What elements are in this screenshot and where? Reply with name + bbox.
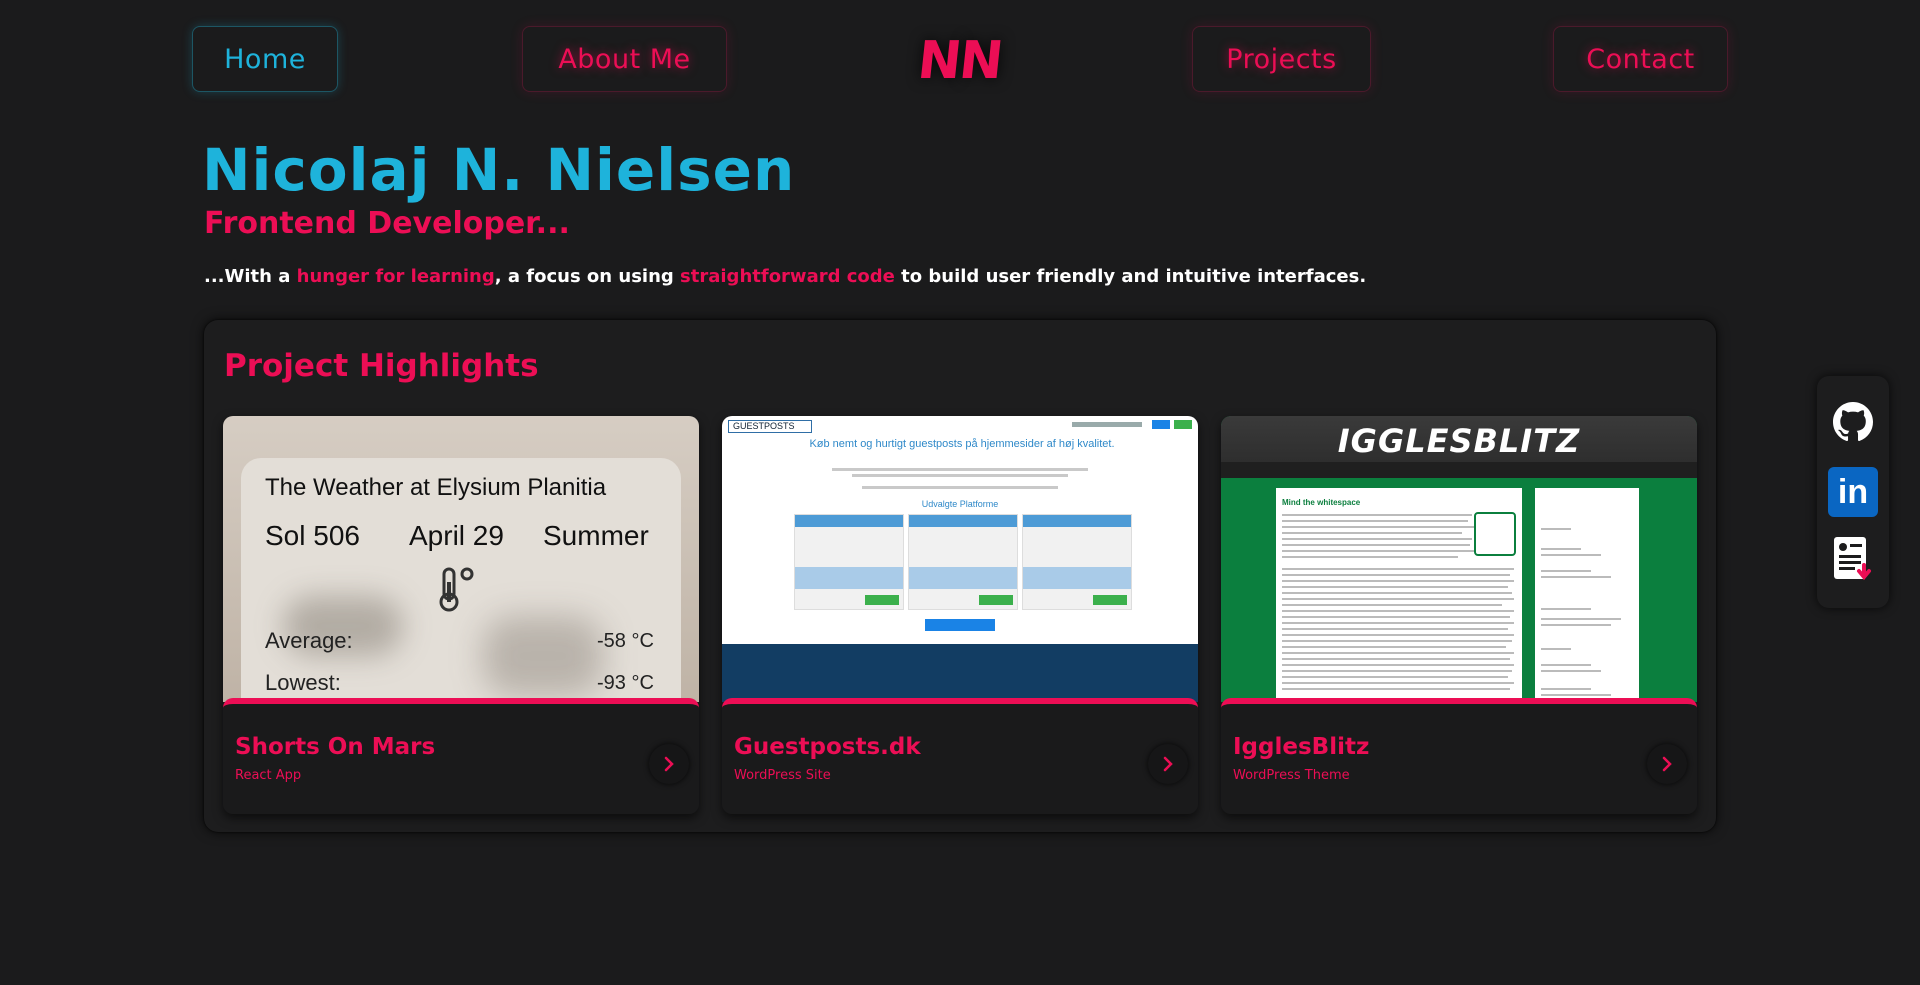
card-footer: Shorts On Mars React App — [223, 698, 699, 814]
nav-contact-button[interactable]: Contact — [1553, 26, 1728, 92]
weather-avg-value: -58 °C — [597, 630, 654, 652]
hero-tagline: ...With a hunger for learning, a focus o… — [204, 266, 1366, 287]
weather-date: April 29 — [409, 520, 504, 551]
project-thumbnail: The Weather at Elysium Planitia Sol 506 … — [223, 416, 699, 702]
tagline-part: to build user friendly and intuitive int… — [894, 266, 1367, 287]
card-subtitle: React App — [235, 768, 302, 783]
logo-text: NN — [915, 31, 1005, 91]
card-title: Guestposts.dk — [734, 734, 921, 760]
thermometer-icon — [439, 567, 474, 612]
weather-season: Summer — [543, 520, 649, 551]
project-highlights-panel: Project Highlights The Weather at Elysiu… — [204, 320, 1716, 832]
igglesblitz-post-title: Mind the whitespace — [1282, 498, 1361, 507]
card-footer: Guestposts.dk WordPress Site — [722, 698, 1198, 814]
cv-download-icon[interactable] — [1827, 534, 1879, 586]
tagline-highlight: hunger for learning — [296, 266, 495, 287]
chevron-right-icon[interactable] — [1148, 744, 1188, 784]
weather-low-label: Lowest: — [265, 670, 341, 695]
weather-heading: The Weather at Elysium Planitia — [265, 474, 607, 501]
igglesblitz-banner: IGGLESBLITZ — [1337, 422, 1581, 460]
card-subtitle: WordPress Site — [734, 768, 831, 783]
chevron-right-icon[interactable] — [1647, 744, 1687, 784]
project-card[interactable]: IGGLESBLITZ Mind the whitespace IgglesBl… — [1221, 416, 1697, 814]
card-footer: IgglesBlitz WordPress Theme — [1221, 698, 1697, 814]
project-card[interactable]: The Weather at Elysium Planitia Sol 506 … — [223, 416, 699, 814]
social-sidebar: in — [1817, 376, 1889, 608]
project-thumbnail: IGGLESBLITZ Mind the whitespace — [1221, 416, 1697, 702]
guestposts-heading: Køb nemt og hurtigt guestposts på hjemme… — [809, 438, 1115, 450]
nav-projects-button[interactable]: Projects — [1192, 26, 1371, 92]
tagline-highlight: straightforward code — [680, 266, 895, 287]
weather-low-value: -93 °C — [597, 672, 654, 694]
card-subtitle: WordPress Theme — [1233, 768, 1350, 783]
project-card[interactable]: GUESTPOSTS Køb nemt og hurtigt guestpost… — [722, 416, 1198, 814]
logo[interactable]: NN — [910, 26, 1010, 96]
card-title: IgglesBlitz — [1233, 734, 1370, 760]
project-thumbnail: GUESTPOSTS Køb nemt og hurtigt guestpost… — [722, 416, 1198, 702]
hero-name: Nicolaj N. Nielsen — [202, 136, 796, 204]
card-title: Shorts On Mars — [235, 734, 436, 760]
weather-avg-label: Average: — [265, 628, 353, 653]
tagline-part: , a focus on using — [494, 266, 681, 287]
chevron-right-icon[interactable] — [649, 744, 689, 784]
hero-role: Frontend Developer... — [204, 206, 570, 241]
guestposts-subheading: Udvalgte Platforme — [921, 499, 999, 509]
nav-about-button[interactable]: About Me — [522, 26, 727, 92]
section-title: Project Highlights — [224, 348, 539, 384]
main-nav: Home About Me NN Projects Contact — [0, 26, 1920, 94]
guestposts-logo: GUESTPOSTS — [728, 420, 812, 433]
weather-sol: Sol 506 — [265, 520, 360, 551]
linkedin-icon[interactable]: in — [1827, 466, 1879, 518]
github-icon[interactable] — [1827, 396, 1879, 448]
tagline-part: ...With a — [204, 266, 297, 287]
nav-home-button[interactable]: Home — [192, 26, 338, 92]
